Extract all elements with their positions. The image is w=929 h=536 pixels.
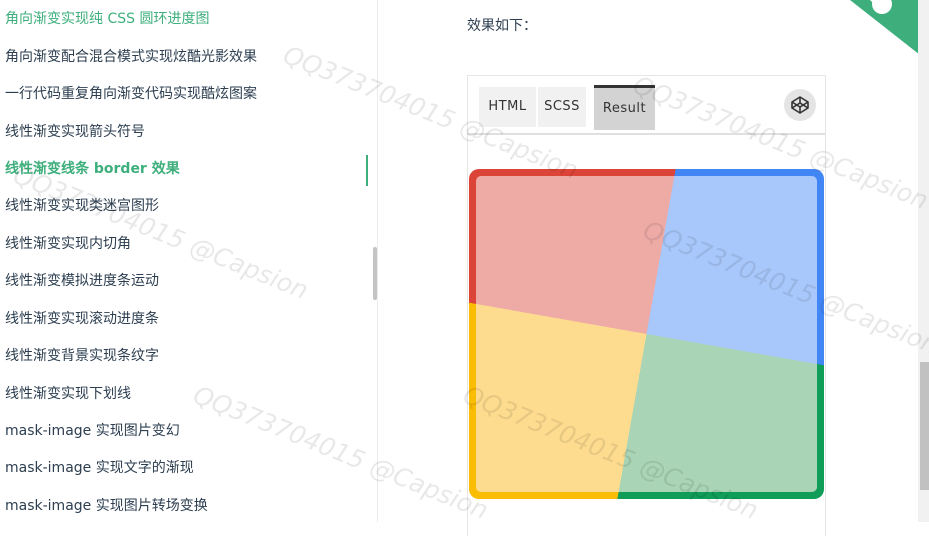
sidebar-item-conic-blend[interactable]: 角向渐变配合混合模式实现炫酷光影效果 — [5, 47, 257, 67]
sidebar-item-inner-corner[interactable]: 线性渐变实现内切角 — [5, 234, 131, 254]
tab-html[interactable]: HTML — [479, 87, 536, 127]
sidebar-item-mask-transition[interactable]: mask-image 实现图片转场变换 — [5, 496, 208, 516]
sidebar: 角向渐变实现纯 CSS 圆环进度图 角向渐变配合混合模式实现炫酷光影效果 一行代… — [0, 0, 378, 522]
tab-scss[interactable]: SCSS — [538, 87, 586, 127]
sidebar-item-border-effect[interactable]: 线性渐变线条 border 效果 — [5, 159, 180, 179]
codepen-button[interactable] — [784, 89, 816, 121]
gradient-fill — [476, 176, 817, 492]
sidebar-item-progress-motion[interactable]: 线性渐变模拟进度条运动 — [5, 271, 159, 291]
gradient-border-box — [469, 169, 824, 499]
sidebar-item-arrow[interactable]: 线性渐变实现箭头符号 — [5, 122, 145, 142]
sidebar-scrollbar[interactable] — [373, 247, 377, 300]
sidebar-item-mask-text-fade[interactable]: mask-image 实现文字的渐现 — [5, 458, 194, 478]
sidebar-item-underline[interactable]: 线性渐变实现下划线 — [5, 384, 131, 404]
sidebar-item-scroll-progress[interactable]: 线性渐变实现滚动进度条 — [5, 309, 159, 329]
sidebar-item-mask-image-change[interactable]: mask-image 实现图片变幻 — [5, 421, 180, 441]
codepen-icon — [791, 96, 809, 114]
tab-bar: HTML SCSS Result — [468, 76, 825, 135]
page-scrollbar-thumb[interactable] — [920, 362, 929, 490]
active-indicator — [366, 155, 368, 186]
sidebar-item-repeating-conic[interactable]: 一行代码重复角向渐变代码实现酷炫图案 — [5, 84, 257, 104]
sidebar-item-conic-ring[interactable]: 角向渐变实现纯 CSS 圆环进度图 — [5, 9, 209, 29]
tab-result[interactable]: Result — [594, 85, 655, 130]
intro-text: 效果如下： — [467, 18, 537, 34]
sidebar-item-striped-text[interactable]: 线性渐变背景实现条纹字 — [5, 346, 159, 366]
sidebar-item-maze[interactable]: 线性渐变实现类迷宫图形 — [5, 196, 159, 216]
